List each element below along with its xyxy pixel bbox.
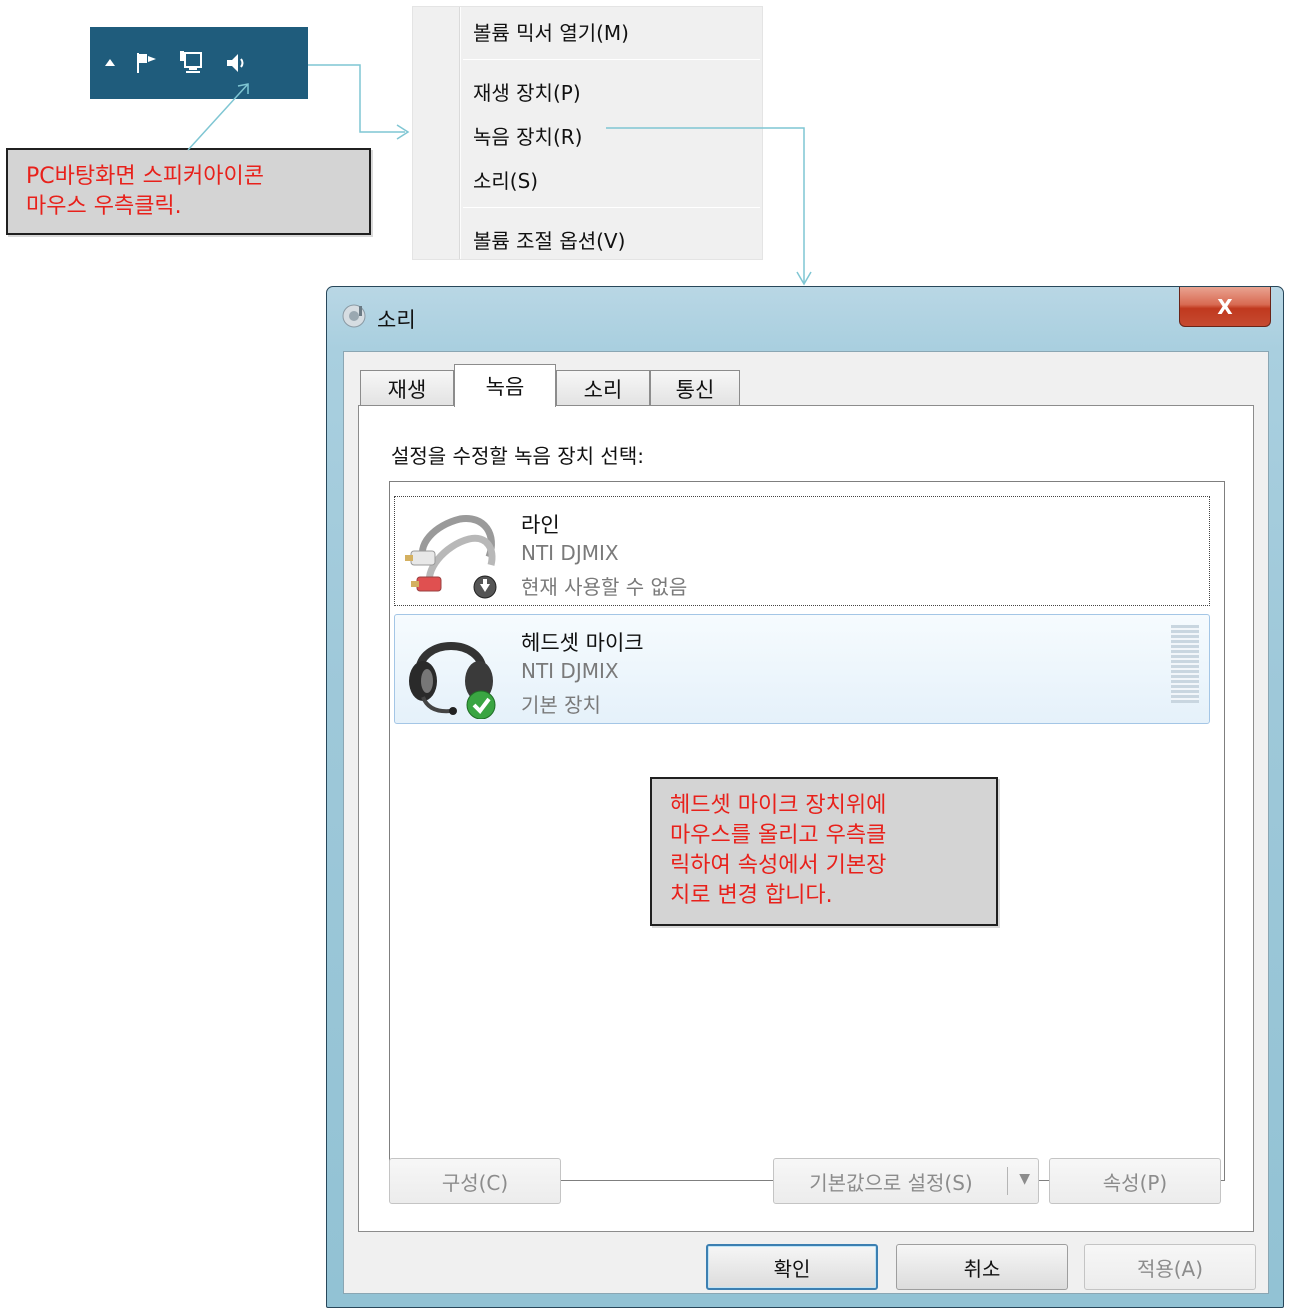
- tray-annotation: PC바탕화면 스피커아이콘 마우스 우측클릭.: [6, 148, 371, 235]
- properties-button[interactable]: 속성(P): [1049, 1158, 1221, 1204]
- tab-sounds[interactable]: 소리: [556, 370, 650, 406]
- select-device-hint: 설정을 수정할 녹음 장치 선택:: [391, 444, 644, 468]
- headset-icon: [405, 623, 501, 720]
- menu-separator: [463, 59, 760, 60]
- menu-item-volume-mixer[interactable]: 볼륨 믹서 열기(M): [473, 17, 629, 46]
- tab-communications[interactable]: 통신: [650, 370, 740, 406]
- level-meter: [1171, 625, 1199, 703]
- device-item-line[interactable]: 라인 NTI DJMIX 현재 사용할 수 없음: [394, 496, 1210, 606]
- menu-item-recording-devices[interactable]: 녹음 장치(R): [473, 121, 582, 150]
- rca-cable-icon: [405, 505, 501, 601]
- menu-item-volume-options[interactable]: 볼륨 조절 옵션(V): [473, 225, 625, 254]
- device-item-headset-mic[interactable]: 헤드셋 마이크 NTI DJMIX 기본 장치: [394, 614, 1210, 724]
- dialog-title: 소리: [377, 307, 416, 332]
- network-icon[interactable]: [178, 50, 206, 76]
- up-arrow-icon[interactable]: [104, 50, 116, 76]
- annotation-line: 치로 변경 합니다.: [670, 883, 833, 908]
- action-center-flag-icon[interactable]: [134, 50, 160, 76]
- arrow-head: [396, 124, 410, 140]
- speaker-icon[interactable]: [224, 50, 250, 76]
- close-button[interactable]: X: [1179, 287, 1271, 327]
- device-status: 현재 사용할 수 없음: [521, 575, 688, 599]
- menu-item-sounds[interactable]: 소리(S): [473, 165, 538, 194]
- headset-annotation: 헤드셋 마이크 장치위에 마우스를 올리고 우측클 릭하여 속성에서 기본장 치…: [650, 777, 998, 926]
- device-name: 헤드셋 마이크: [521, 631, 644, 655]
- device-name: 라인: [521, 513, 560, 537]
- cancel-button[interactable]: 취소: [896, 1244, 1068, 1290]
- annotation-line: 마우스 우측클릭.: [26, 194, 182, 219]
- menu-separator: [463, 207, 760, 208]
- set-default-label: 기본값으로 설정(S): [809, 1170, 973, 1195]
- set-default-button[interactable]: 기본값으로 설정(S) ▼: [773, 1158, 1039, 1204]
- split-separator: [1007, 1167, 1008, 1195]
- device-driver: NTI DJMIX: [521, 541, 619, 565]
- taskbar-tray: [90, 27, 308, 99]
- menu-item-playback-devices[interactable]: 재생 장치(P): [473, 77, 581, 106]
- sound-app-icon: [341, 303, 367, 334]
- tab-recording[interactable]: 녹음: [454, 364, 556, 407]
- annotation-line: 릭하여 속성에서 기본장: [670, 853, 887, 878]
- annotation-line: 헤드셋 마이크 장치위에: [670, 793, 887, 818]
- tab-playback[interactable]: 재생: [360, 370, 454, 406]
- arrow-head: [796, 271, 812, 286]
- speaker-context-menu: 볼륨 믹서 열기(M) 재생 장치(P) 녹음 장치(R) 소리(S) 볼륨 조…: [412, 6, 763, 260]
- apply-button[interactable]: 적용(A): [1084, 1244, 1256, 1290]
- annotation-line: 마우스를 올리고 우측클: [670, 823, 887, 848]
- device-status: 기본 장치: [521, 693, 601, 717]
- device-driver: NTI DJMIX: [521, 659, 619, 683]
- dropdown-arrow-icon[interactable]: ▼: [1019, 1171, 1030, 1187]
- ok-button[interactable]: 확인: [706, 1244, 878, 1290]
- arrow-to-menu: [308, 64, 405, 133]
- annotation-line: PC바탕화면 스피커아이콘: [26, 164, 265, 189]
- configure-button[interactable]: 구성(C): [389, 1158, 561, 1204]
- dialog-titlebar: 소리: [341, 303, 416, 334]
